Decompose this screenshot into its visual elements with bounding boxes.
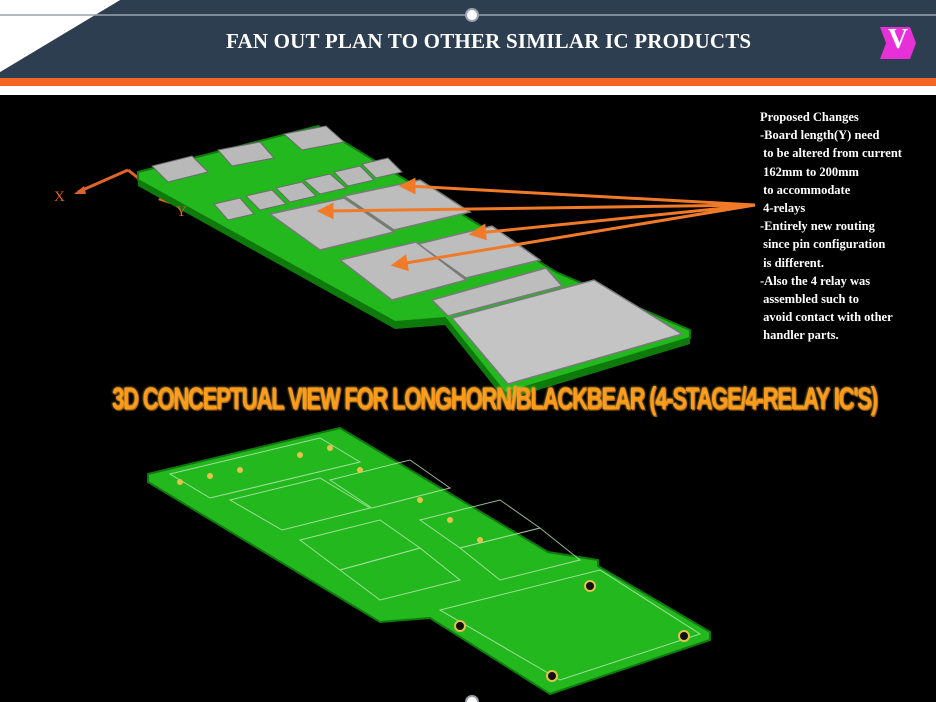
notes-line: Proposed Changes: [760, 110, 859, 124]
notes-line: -Entirely new routing: [760, 219, 875, 234]
proposed-changes-notes: Proposed Changes -Board length(Y) need to…: [760, 108, 902, 345]
notes-line: avoid contact with other: [760, 310, 893, 325]
notes-line: is different.: [760, 255, 824, 270]
notes-line: to accommodate: [760, 182, 851, 197]
pcb-illustration: [74, 124, 756, 702]
notes-line: 162mm to 200mm: [760, 164, 859, 179]
top-pcb-3d: [137, 124, 756, 400]
footer-node-dot: [465, 695, 479, 702]
notes-line: 4-relays: [760, 201, 806, 216]
notes-line: -Board length(Y) need: [760, 128, 880, 143]
notes-line: since pin configuration: [760, 237, 886, 252]
notes-line: to be altered from current: [760, 146, 902, 161]
conceptual-view-banner: 3D CONCEPTUAL VIEW FOR LONGHORN/BLACKBEA…: [112, 380, 878, 417]
notes-line: assembled such to: [760, 292, 859, 307]
axis-x-label: X: [54, 189, 65, 205]
axis-y-label: Y: [176, 204, 187, 220]
notes-line: handler parts.: [760, 328, 839, 343]
bottom-pcb-layout: [147, 426, 711, 696]
notes-line: -Also the 4 relay was: [760, 273, 871, 288]
